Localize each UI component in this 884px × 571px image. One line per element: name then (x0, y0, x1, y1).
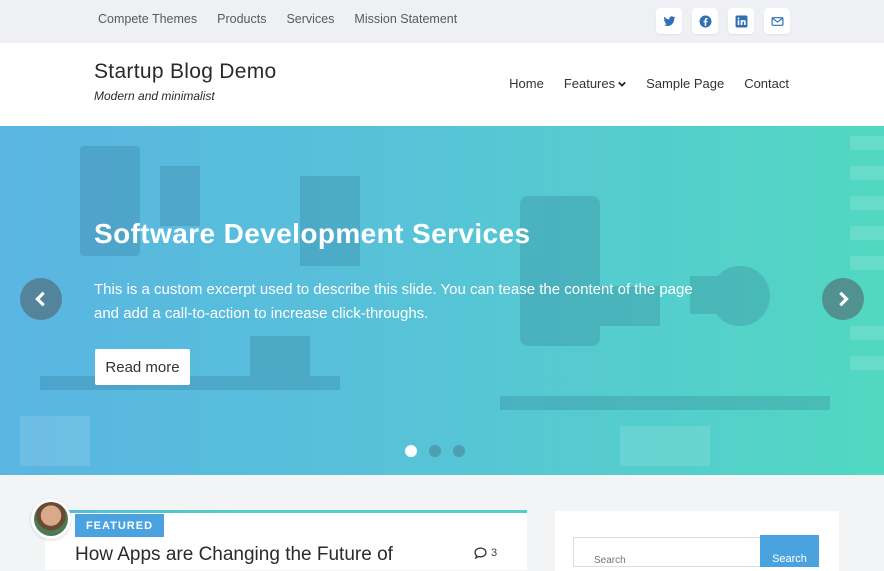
nav-item-contact-label: Contact (744, 76, 789, 91)
top-nav-compete-themes[interactable]: Compete Themes (98, 12, 197, 26)
site-tagline: Modern and minimalist (94, 89, 215, 103)
social-links (656, 8, 790, 34)
top-nav-mission-statement[interactable]: Mission Statement (354, 12, 457, 26)
top-nav: Compete Themes Products Services Mission… (98, 12, 457, 26)
nav-item-sample-page-label: Sample Page (646, 76, 725, 91)
nav-item-home[interactable]: Home (509, 76, 544, 91)
search-button[interactable]: Search (760, 535, 819, 567)
top-nav-products[interactable]: Products (217, 12, 266, 26)
nav-item-features[interactable]: Features (564, 76, 626, 91)
chevron-left-icon (35, 291, 45, 307)
linkedin-icon (735, 15, 747, 27)
post-title[interactable]: How Apps are Changing the Future of (75, 544, 393, 566)
slide-dot-1[interactable] (405, 445, 417, 457)
search-input[interactable] (573, 537, 761, 567)
author-avatar-image (34, 502, 68, 536)
nav-item-features-label: Features (563, 76, 616, 91)
twitter-icon (663, 15, 675, 26)
twitter-button[interactable] (656, 8, 682, 34)
slide-dot-2[interactable] (429, 445, 441, 457)
comment-icon (474, 547, 487, 559)
site-header: Startup Blog Demo Modern and minimalist … (0, 43, 884, 126)
chevron-down-icon (618, 81, 626, 87)
main-nav: Home Features Sample Page Contact (509, 76, 789, 91)
slide-dot-3[interactable] (453, 445, 465, 457)
nav-item-contact[interactable]: Contact (744, 76, 789, 91)
site-title[interactable]: Startup Blog Demo (94, 60, 277, 84)
email-icon (770, 16, 784, 26)
previous-slide-button[interactable] (20, 278, 62, 320)
hero-title: Software Development Services (94, 218, 531, 249)
nav-item-sample-page[interactable]: Sample Page (646, 76, 724, 91)
linkedin-button[interactable] (728, 8, 754, 34)
chevron-right-icon (839, 291, 849, 307)
featured-badge: FEATURED (75, 514, 164, 537)
author-avatar[interactable] (31, 499, 71, 539)
read-more-button[interactable]: Read more (95, 349, 190, 385)
top-nav-services[interactable]: Services (286, 12, 334, 26)
top-bar: Compete Themes Products Services Mission… (0, 0, 884, 43)
nav-item-home-label: Home (509, 76, 544, 91)
comment-count: 3 (491, 547, 498, 559)
comment-count-link[interactable]: 3 (474, 547, 497, 559)
slide-pagination (405, 445, 465, 457)
email-button[interactable] (764, 8, 790, 34)
next-slide-button[interactable] (822, 278, 864, 320)
hero-excerpt: This is a custom excerpt used to describ… (94, 281, 693, 322)
hero-slider: Software Development Services This is a … (0, 126, 884, 475)
facebook-button[interactable] (692, 8, 718, 34)
facebook-icon (699, 15, 711, 27)
